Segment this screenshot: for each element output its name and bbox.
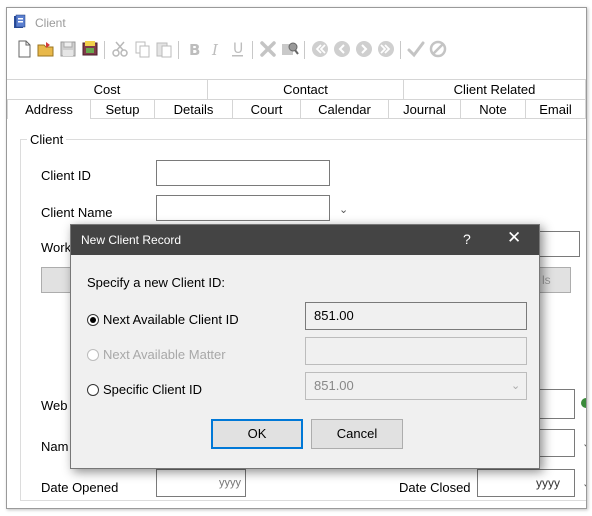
tab-row-bottom: Address Setup Details Court Calendar Jou… (7, 99, 586, 119)
next-client-id-field: 851.00 (305, 302, 527, 330)
new-document-icon[interactable] (13, 38, 35, 60)
hidden-button-left[interactable] (41, 267, 73, 293)
first-record-icon[interactable] (309, 38, 331, 60)
specific-client-id-combo[interactable]: 851.00 (305, 372, 527, 400)
notes-icon[interactable] (79, 38, 101, 60)
work-input[interactable] (535, 231, 580, 257)
cut-icon[interactable] (109, 38, 131, 60)
client-id-label: Client ID (41, 168, 91, 183)
radio-next-matter: Next Available Matter (87, 347, 226, 362)
svg-text:U: U (233, 41, 243, 57)
copy-icon[interactable] (131, 38, 153, 60)
radio-specific-client-id[interactable]: Specific Client ID (87, 382, 202, 397)
date-closed-label: Date Closed (399, 480, 471, 495)
cancel-icon[interactable] (427, 38, 449, 60)
bold-icon[interactable]: B (183, 38, 205, 60)
title-bar: Client (7, 8, 586, 37)
dialog-title-bar: New Client Record ? ✕ (71, 225, 539, 255)
web-label: Web (41, 398, 68, 413)
tab-row-top: Cost Contact Client Related (7, 79, 586, 99)
toolbar-separator (304, 41, 305, 59)
tab-calendar[interactable]: Calendar (301, 99, 389, 119)
ok-button[interactable]: OK (211, 419, 303, 449)
chevron-down-icon[interactable]: ⌄ (511, 379, 520, 392)
client-name-label: Client Name (41, 205, 113, 220)
save-icon[interactable] (57, 38, 79, 60)
paste-icon[interactable] (153, 38, 175, 60)
toolbar: B I U (7, 37, 586, 65)
toolbar-separator (104, 41, 105, 59)
radio-unchecked-icon (87, 348, 99, 361)
radio-label: Next Available Client ID (103, 312, 239, 327)
group-label: Client (27, 132, 67, 147)
tab-client-related[interactable]: Client Related (404, 79, 586, 99)
tab-setup[interactable]: Setup (91, 99, 155, 119)
tab-details[interactable]: Details (155, 99, 233, 119)
cancel-button[interactable]: Cancel (311, 419, 403, 449)
delete-icon[interactable] (257, 38, 279, 60)
radio-unchecked-icon[interactable] (87, 383, 99, 396)
svg-text:I: I (211, 41, 219, 59)
last-record-icon[interactable] (375, 38, 397, 60)
window-title: Client (35, 16, 66, 30)
hidden-button-right[interactable]: ls (537, 267, 571, 293)
dialog-prompt: Specify a new Client ID: (87, 275, 226, 290)
name-input[interactable] (537, 429, 575, 457)
app-icon (14, 14, 26, 28)
radio-checked-icon[interactable] (87, 313, 99, 326)
date-opened-input[interactable]: yyyy (156, 469, 246, 497)
chevron-down-icon[interactable]: ⌄ (582, 437, 586, 450)
search-record-icon[interactable] (279, 38, 301, 60)
date-closed-input[interactable]: yyyy (477, 469, 575, 497)
work-label: Work (41, 240, 72, 255)
confirm-icon[interactable] (405, 38, 427, 60)
dialog-title: New Client Record (81, 233, 182, 247)
date-opened-label: Date Opened (41, 480, 119, 495)
previous-record-icon[interactable] (331, 38, 353, 60)
chevron-down-icon[interactable]: ⌄ (339, 203, 348, 216)
tab-contact[interactable]: Contact (208, 79, 404, 99)
chevron-down-icon[interactable]: ⌄ (582, 477, 586, 490)
dialog-body: Specify a new Client ID: Next Available … (71, 255, 539, 468)
new-client-record-dialog: New Client Record ? ✕ Specify a new Clie… (70, 224, 540, 469)
client-id-input[interactable] (156, 160, 330, 186)
tab-email[interactable]: Email (526, 99, 586, 119)
close-icon[interactable]: ✕ (507, 228, 521, 248)
name-label: Nam (41, 439, 69, 454)
next-matter-field (305, 337, 527, 365)
radio-next-client-id[interactable]: Next Available Client ID (87, 312, 239, 327)
tab-journal[interactable]: Journal (389, 99, 461, 119)
web-input[interactable] (537, 389, 575, 419)
tab-address[interactable]: Address (7, 99, 91, 119)
radio-label: Next Available Matter (103, 347, 226, 362)
tab-cost[interactable]: Cost (7, 79, 208, 99)
svg-text:B: B (189, 41, 200, 59)
help-icon[interactable]: ? (463, 231, 471, 247)
next-record-icon[interactable] (353, 38, 375, 60)
open-folder-icon[interactable] (35, 38, 57, 60)
italic-icon[interactable]: I (205, 38, 227, 60)
client-name-input[interactable] (156, 195, 330, 221)
toolbar-separator (178, 41, 179, 59)
tab-note[interactable]: Note (461, 99, 526, 119)
tab-court[interactable]: Court (233, 99, 301, 119)
radio-label: Specific Client ID (103, 382, 202, 397)
toolbar-separator (252, 41, 253, 59)
underline-icon[interactable]: U (227, 38, 249, 60)
toolbar-separator (400, 41, 401, 59)
globe-icon[interactable] (580, 397, 587, 409)
